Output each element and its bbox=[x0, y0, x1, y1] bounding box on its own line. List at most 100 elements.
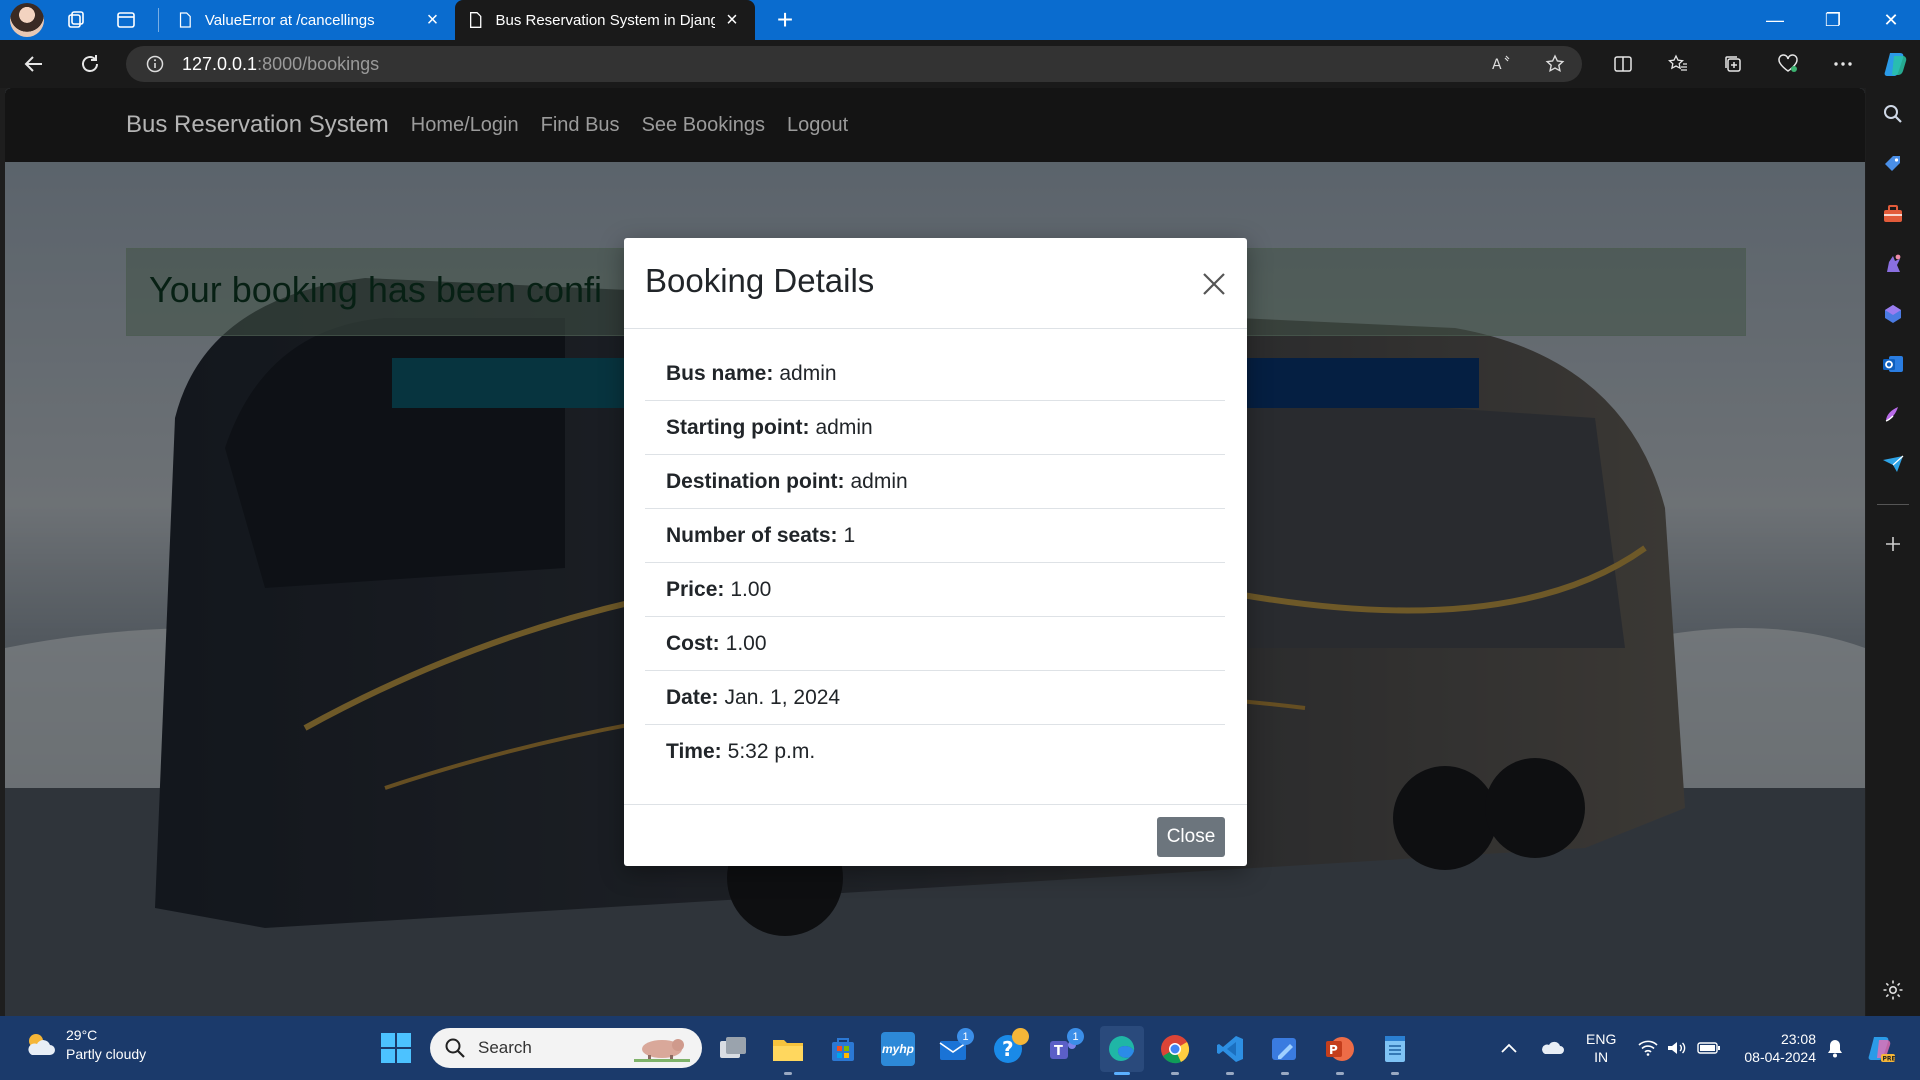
favorites-icon[interactable] bbox=[1650, 54, 1705, 74]
running-indicator bbox=[1226, 1072, 1234, 1075]
tab-bus-reservation[interactable]: Bus Reservation System in Djang × bbox=[455, 0, 755, 40]
system-clock[interactable]: 23:08 08-04-2024 bbox=[1740, 1030, 1816, 1066]
onedrive-icon[interactable] bbox=[1540, 1016, 1564, 1080]
show-hidden-icons[interactable] bbox=[1500, 1016, 1518, 1080]
microsoft-store-icon[interactable] bbox=[826, 1032, 860, 1066]
refresh-button[interactable] bbox=[68, 44, 112, 84]
address-toolbar: 127.0.0.1:8000/bookings A bbox=[0, 40, 1920, 88]
site-navbar: Bus Reservation System Home/Login Find B… bbox=[5, 88, 1865, 162]
sidebar-shopping-icon[interactable] bbox=[1877, 148, 1909, 180]
detail-label: Destination point: bbox=[666, 469, 845, 493]
tab-title: ValueError at /cancellings bbox=[204, 11, 375, 29]
read-aloud-icon[interactable]: A bbox=[1474, 54, 1528, 74]
sidebar-settings-icon[interactable] bbox=[1877, 974, 1909, 1006]
site-info-icon[interactable] bbox=[146, 55, 164, 73]
sidebar-designer-icon[interactable] bbox=[1877, 398, 1909, 430]
detail-row-price: Price: 1.00 bbox=[645, 563, 1225, 617]
tab-valueerror[interactable]: ValueError at /cancellings × bbox=[165, 0, 455, 40]
more-options-icon[interactable] bbox=[1815, 61, 1870, 67]
pen-app-icon[interactable] bbox=[1268, 1032, 1302, 1066]
detail-label: Date: bbox=[666, 685, 719, 709]
tab-close-icon[interactable]: × bbox=[721, 10, 743, 30]
windows-start-icon[interactable] bbox=[380, 1032, 412, 1064]
site-brand[interactable]: Bus Reservation System bbox=[126, 111, 389, 139]
running-indicator bbox=[1171, 1072, 1179, 1075]
task-view-icon[interactable] bbox=[716, 1032, 750, 1066]
battery-icon[interactable] bbox=[1697, 1016, 1721, 1080]
nav-logout[interactable]: Logout bbox=[787, 114, 848, 137]
running-indicator bbox=[1391, 1072, 1399, 1075]
tab-actions-icon[interactable] bbox=[108, 4, 144, 36]
weather-condition: Partly cloudy bbox=[66, 1046, 147, 1062]
svg-text:PRE: PRE bbox=[1883, 1056, 1896, 1063]
close-window-icon[interactable]: ✕ bbox=[1862, 0, 1920, 40]
workspaces-icon[interactable] bbox=[58, 4, 94, 36]
search-highlight-icon bbox=[634, 1039, 690, 1062]
detail-row-number-of-seats: Number of seats: 1 bbox=[645, 509, 1225, 563]
sidebar-search-icon[interactable] bbox=[1877, 98, 1909, 130]
search-placeholder: Search bbox=[478, 1038, 532, 1057]
partly-cloudy-icon bbox=[28, 1034, 55, 1055]
tabstrip-divider bbox=[158, 8, 159, 32]
restore-icon[interactable]: ❐ bbox=[1804, 0, 1862, 40]
copilot-preview-icon[interactable]: PRE bbox=[1864, 1016, 1896, 1080]
detail-value: admin bbox=[850, 469, 908, 493]
modal-body: Bus name: admin Starting point: admin Dest… bbox=[624, 329, 1247, 779]
modal-close-icon[interactable] bbox=[1201, 271, 1227, 297]
nav-home-login[interactable]: Home/Login bbox=[411, 114, 519, 137]
favorite-star-icon[interactable] bbox=[1528, 54, 1582, 74]
refresh-icon bbox=[82, 55, 98, 72]
copilot-icon[interactable] bbox=[1876, 44, 1916, 84]
file-explorer-icon[interactable] bbox=[771, 1032, 805, 1066]
wifi-icon[interactable] bbox=[1638, 1016, 1658, 1080]
detail-value: admin bbox=[815, 415, 873, 439]
url-text: 127.0.0.1:8000/bookings bbox=[182, 53, 380, 74]
detail-label: Time: bbox=[666, 740, 722, 763]
myhp-icon[interactable]: myhp bbox=[881, 1032, 915, 1066]
nav-see-bookings[interactable]: See Bookings bbox=[642, 114, 765, 137]
detail-value: Jan. 1, 2024 bbox=[724, 685, 841, 709]
new-tab-button[interactable]: + bbox=[765, 0, 805, 40]
detail-row-destination-point: Destination point: admin bbox=[645, 455, 1225, 509]
svg-text:T: T bbox=[1054, 1044, 1063, 1059]
detail-row-bus-name: Bus name: admin bbox=[645, 347, 1225, 401]
collections-icon[interactable] bbox=[1705, 54, 1760, 74]
detail-row-time: Time: 5:32 p.m. bbox=[645, 725, 1225, 779]
sidebar-send-icon[interactable] bbox=[1877, 448, 1909, 480]
nav-find-bus[interactable]: Find Bus bbox=[541, 114, 620, 137]
detail-row-date: Date: Jan. 1, 2024 bbox=[645, 671, 1225, 725]
close-button[interactable]: Close bbox=[1157, 817, 1225, 857]
weather-widget[interactable]: 29°C Partly cloudy bbox=[22, 1026, 146, 1064]
running-indicator bbox=[1336, 1072, 1344, 1075]
running-indicator bbox=[784, 1072, 792, 1075]
sidebar-copilot-icon[interactable] bbox=[1877, 298, 1909, 330]
vscode-icon[interactable] bbox=[1213, 1032, 1247, 1066]
modal-header: Booking Details bbox=[624, 238, 1247, 329]
browser-tabstrip: ValueError at /cancellings × Bus Reserva… bbox=[0, 0, 1920, 40]
clock-time: 23:08 bbox=[1780, 1031, 1816, 1047]
notepad-icon[interactable] bbox=[1378, 1032, 1412, 1066]
detail-value: 1.00 bbox=[730, 577, 772, 601]
powerpoint-icon[interactable]: P bbox=[1323, 1032, 1357, 1066]
volume-icon[interactable] bbox=[1666, 1016, 1686, 1080]
sidebar-games-icon[interactable] bbox=[1877, 248, 1909, 280]
svg-text:P: P bbox=[1329, 1043, 1338, 1057]
tab-close-icon[interactable]: × bbox=[422, 10, 443, 30]
sidebar-add-icon[interactable] bbox=[1877, 528, 1909, 560]
language-indicator[interactable]: ENG IN bbox=[1586, 1030, 1616, 1066]
help-badge bbox=[1012, 1028, 1029, 1045]
notifications-bell-icon[interactable] bbox=[1826, 1016, 1844, 1080]
sidebar-outlook-icon[interactable] bbox=[1877, 348, 1909, 380]
profile-avatar[interactable] bbox=[10, 3, 44, 37]
browser-essentials-icon[interactable] bbox=[1760, 54, 1815, 74]
address-bar[interactable]: 127.0.0.1:8000/bookings A bbox=[126, 46, 1582, 82]
edge-icon[interactable] bbox=[1100, 1026, 1144, 1072]
sidebar-tools-icon[interactable] bbox=[1877, 198, 1909, 230]
edge-sidebar bbox=[1866, 88, 1920, 1016]
split-screen-icon[interactable] bbox=[1595, 54, 1650, 74]
taskbar-search[interactable]: Search bbox=[430, 1028, 702, 1068]
detail-label: Cost: bbox=[666, 631, 720, 655]
chrome-icon[interactable] bbox=[1158, 1032, 1192, 1066]
back-button[interactable] bbox=[12, 44, 56, 84]
minimize-icon[interactable]: — bbox=[1746, 0, 1804, 40]
